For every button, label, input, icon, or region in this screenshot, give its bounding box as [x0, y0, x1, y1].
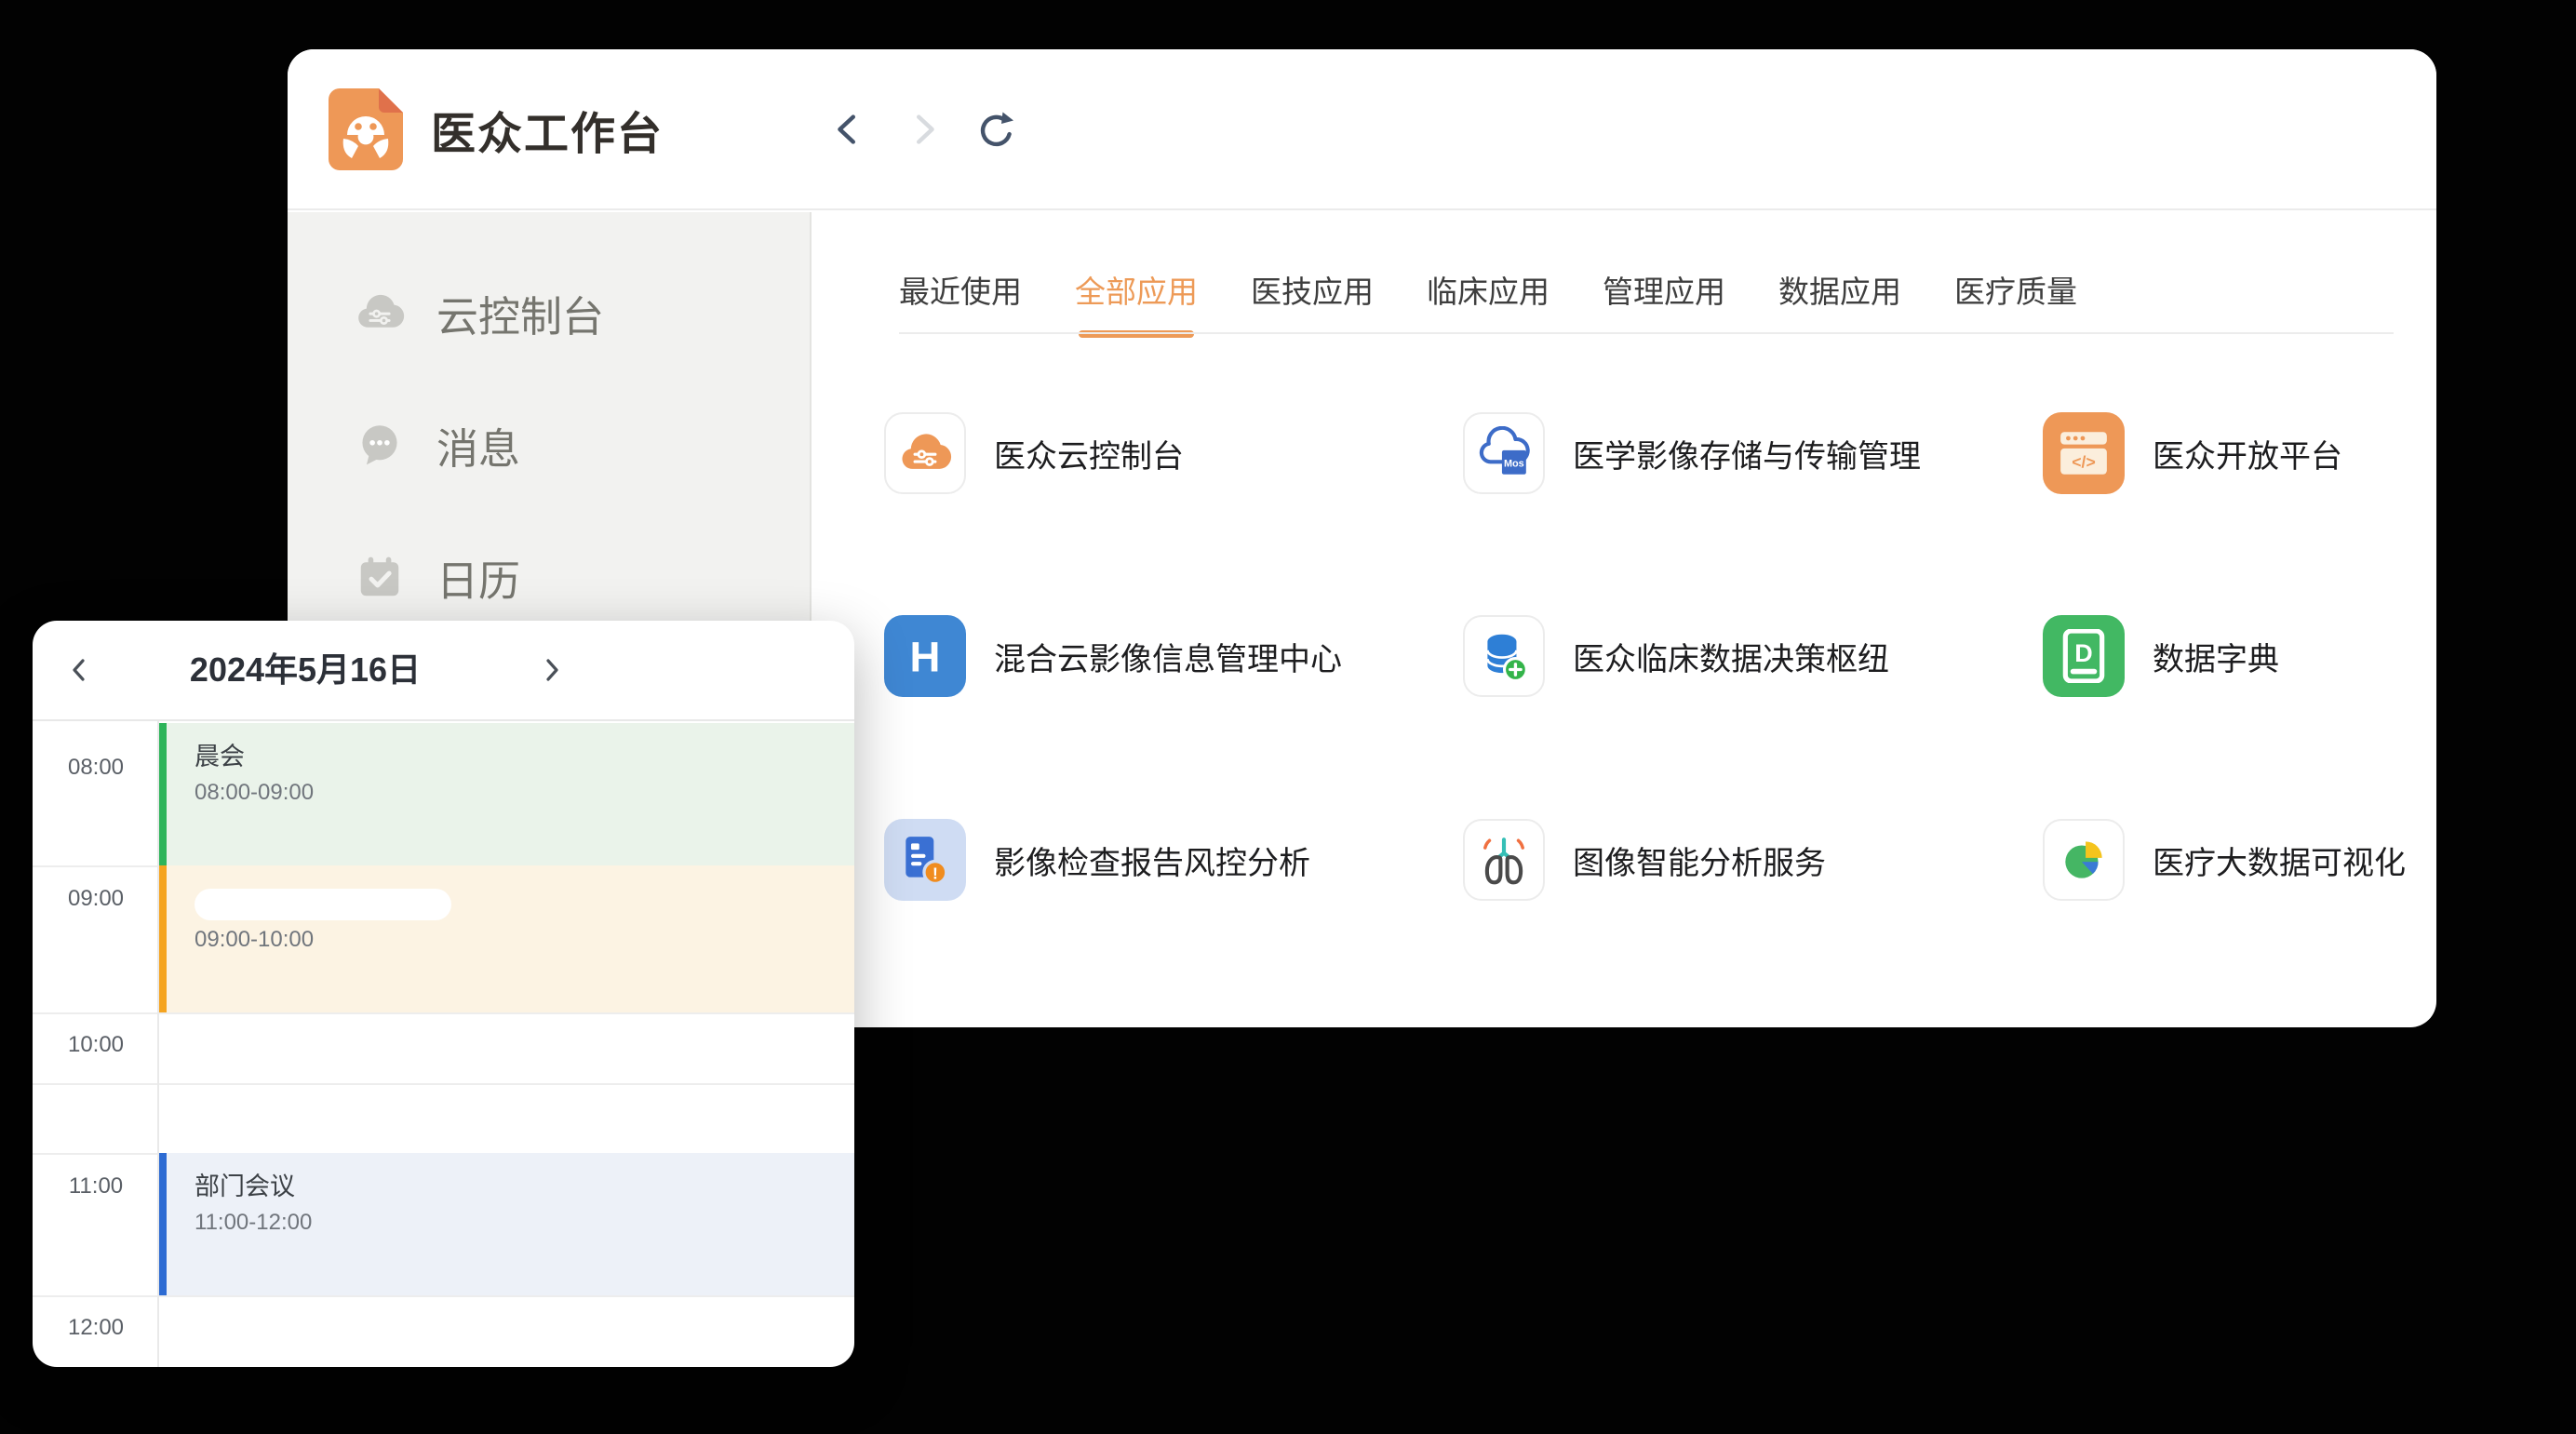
- mos-cloud-icon: Mos: [1477, 426, 1531, 480]
- time-label: 11:00: [33, 1173, 159, 1199]
- window-nav: [825, 49, 1021, 210]
- app-label: 医众临床数据决策枢纽: [1573, 634, 1889, 679]
- app-label: 医众云控制台: [994, 431, 1184, 476]
- data-dictionary-icon: D: [2057, 629, 2111, 683]
- event-time: 09:00-10:00: [195, 926, 854, 954]
- app-tile: [1463, 615, 1545, 697]
- calendar-event-morning-meeting[interactable]: 晨会 08:00-09:00: [159, 723, 854, 865]
- app-clinical-data-hub[interactable]: 医众临床数据决策枢纽: [1463, 615, 1889, 697]
- tab-recent[interactable]: 最近使用: [899, 262, 1022, 322]
- calendar-prev-button[interactable]: [51, 621, 107, 719]
- event-title: 晨会: [195, 740, 854, 773]
- app-label: 混合云影像信息管理中心: [994, 634, 1342, 679]
- refresh-icon: [975, 108, 1020, 153]
- app-cloud-console[interactable]: 医众云控制台: [884, 412, 1184, 494]
- tab-admin-apps[interactable]: 管理应用: [1603, 262, 1725, 322]
- app-grid: 医众云控制台 Mos 医学影像存储与传输管理: [812, 332, 2436, 1027]
- tab-medtech-apps[interactable]: 医技应用: [1251, 262, 1374, 322]
- calendar-body: 08:00 09:00 10:00 11:00 12:00 晨会 08:00-0…: [33, 721, 854, 1367]
- calendar-event-redacted[interactable]: 09:00-10:00: [159, 865, 854, 1012]
- forward-button[interactable]: [900, 107, 946, 154]
- message-icon: [355, 420, 405, 470]
- content-area: 最近使用 全部应用 医技应用 临床应用 管理应用 数据应用 医疗质量: [812, 212, 2436, 1027]
- app-label: 医学影像存储与传输管理: [1573, 431, 1921, 476]
- app-tile: H: [884, 615, 966, 697]
- app-tile: !: [884, 819, 966, 901]
- app-tile: [1463, 819, 1545, 901]
- event-title-redacted: [195, 889, 451, 920]
- pie-chart-icon: [2057, 833, 2111, 887]
- code-glyph: </>: [2072, 453, 2095, 472]
- app-tile: D: [2043, 615, 2125, 697]
- sidebar-item-label: 消息: [436, 415, 520, 476]
- mos-badge-label: Mos: [1504, 459, 1524, 470]
- cloud-settings-icon: [355, 288, 405, 338]
- app-label: 图像智能分析服务: [1573, 838, 1826, 883]
- time-label: 09:00: [33, 886, 159, 912]
- forward-icon: [902, 109, 945, 152]
- calendar-header: 2024年5月16日: [33, 621, 854, 721]
- calendar-next-button[interactable]: [524, 621, 580, 719]
- tab-bar: 最近使用 全部应用 医技应用 临床应用 管理应用 数据应用 医疗质量: [899, 262, 2077, 322]
- chevron-right-icon: [535, 653, 569, 687]
- calendar-icon: [355, 552, 405, 602]
- time-label: 10:00: [33, 1032, 159, 1058]
- app-image-storage[interactable]: Mos 医学影像存储与传输管理: [1463, 412, 1921, 494]
- tab-clinical-apps[interactable]: 临床应用: [1427, 262, 1550, 322]
- tab-quality[interactable]: 医疗质量: [1954, 262, 2077, 322]
- lungs-analysis-icon: [1477, 833, 1531, 887]
- event-time: 11:00-12:00: [195, 1209, 854, 1237]
- event-time: 08:00-09:00: [195, 779, 854, 807]
- clinical-database-icon: [1477, 629, 1531, 683]
- app-report-risk-analysis[interactable]: ! 影像检查报告风控分析: [884, 819, 1310, 901]
- tab-data-apps[interactable]: 数据应用: [1778, 262, 1901, 322]
- h-glyph: H: [910, 634, 941, 681]
- app-data-dictionary[interactable]: D 数据字典: [2043, 615, 2279, 697]
- time-label: 12:00: [33, 1315, 159, 1341]
- app-big-data-visualization[interactable]: 医疗大数据可视化: [2043, 819, 2406, 901]
- calendar-date-label: 2024年5月16日: [142, 621, 468, 719]
- chevron-left-icon: [62, 653, 96, 687]
- app-open-platform[interactable]: </> 医众开放平台: [2043, 412, 2342, 494]
- sidebar-item-cloud-console[interactable]: 云控制台: [288, 283, 810, 342]
- sidebar-item-label: 日历: [436, 547, 520, 608]
- report-risk-icon: !: [898, 833, 952, 887]
- app-tile: </>: [2043, 412, 2125, 494]
- sidebar-item-label: 云控制台: [436, 283, 604, 343]
- back-button[interactable]: [825, 107, 872, 154]
- exclamation-glyph: !: [932, 864, 938, 883]
- app-hybrid-cloud-center[interactable]: H 混合云影像信息管理中心: [884, 615, 1342, 697]
- app-logo-icon: [329, 88, 403, 170]
- time-label: 08:00: [33, 755, 159, 781]
- app-tile: [2043, 819, 2125, 901]
- cloud-console-icon: [898, 426, 952, 480]
- window-title: 医众工作台: [431, 97, 664, 162]
- event-title: 部门会议: [195, 1170, 854, 1203]
- app-tile: [884, 412, 966, 494]
- calendar-card: 2024年5月16日 08:00 09:00 10:00 11:00 12:00…: [33, 621, 854, 1367]
- window-header: 医众工作台: [288, 49, 2436, 210]
- tab-all-apps[interactable]: 全部应用: [1075, 262, 1198, 322]
- app-image-analysis[interactable]: 图像智能分析服务: [1463, 819, 1826, 901]
- app-label: 医众开放平台: [2153, 431, 2342, 476]
- sidebar-item-calendar[interactable]: 日历: [288, 547, 810, 607]
- hybrid-cloud-h-icon: H: [898, 629, 952, 683]
- d-glyph: D: [2074, 639, 2092, 667]
- app-label: 数据字典: [2153, 634, 2279, 679]
- back-icon: [827, 109, 870, 152]
- app-label: 影像检查报告风控分析: [994, 838, 1310, 883]
- calendar-event-department-meeting[interactable]: 部门会议 11:00-12:00: [159, 1153, 854, 1295]
- sidebar-item-messages[interactable]: 消息: [288, 415, 810, 475]
- open-platform-icon: </>: [2057, 426, 2111, 480]
- app-tile: Mos: [1463, 412, 1545, 494]
- refresh-button[interactable]: [974, 107, 1021, 154]
- app-label: 医疗大数据可视化: [2153, 838, 2406, 883]
- time-column: 08:00 09:00 10:00 11:00 12:00: [33, 721, 159, 1367]
